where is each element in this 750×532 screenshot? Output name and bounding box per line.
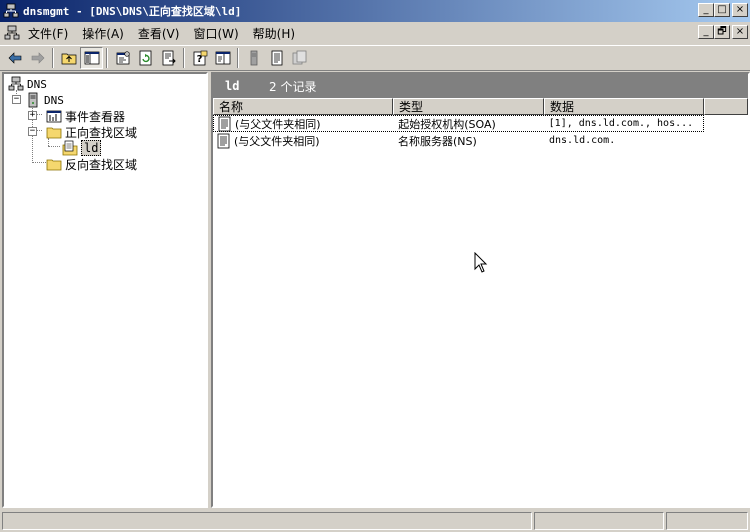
export-list-icon bbox=[162, 50, 176, 66]
record-data: [1], dns.ld.com., hos... bbox=[548, 118, 694, 129]
tree-node-reverse-lookup-zones[interactable]: 反向查找区域 bbox=[46, 156, 137, 172]
results-pane[interactable]: ld 2 个记录 名称 类型 数据 (与父文件夹相同) 起始授权机构(SOA) … bbox=[211, 72, 750, 508]
back-button[interactable] bbox=[3, 47, 26, 69]
tree-label: 反向查找区域 bbox=[65, 157, 138, 172]
record-data: dns.ld.com. bbox=[549, 135, 616, 146]
column-header-filler bbox=[704, 98, 748, 115]
server-button[interactable] bbox=[242, 47, 265, 69]
record-name: (与父文件夹相同) bbox=[234, 134, 320, 148]
record-name: (与父文件夹相同) bbox=[235, 117, 321, 131]
up-one-level-button[interactable] bbox=[57, 47, 80, 69]
console-tree[interactable]: DNS − DNS + 事件查看器 − 正向查找区域 ld 反向查找区域 bbox=[2, 72, 208, 508]
properties-icon bbox=[116, 51, 130, 65]
status-segment bbox=[534, 512, 664, 530]
tree-label-selected: ld bbox=[81, 140, 102, 156]
column-header-type[interactable]: 类型 bbox=[393, 98, 544, 115]
menu-help[interactable]: 帮助(H) bbox=[246, 25, 302, 42]
record-icon bbox=[217, 133, 230, 148]
tree-node-zone-ld[interactable]: ld bbox=[62, 140, 102, 156]
column-headers: 名称 类型 数据 bbox=[213, 98, 748, 115]
export-list-button[interactable] bbox=[157, 47, 180, 69]
show-hide-tree-button[interactable] bbox=[80, 47, 103, 69]
zone-icon bbox=[62, 140, 78, 156]
menu-file[interactable]: 文件(F) bbox=[21, 25, 75, 42]
collapse-toggle[interactable]: − bbox=[12, 95, 21, 104]
forward-arrow-icon bbox=[31, 52, 44, 64]
toolbar-separator bbox=[52, 48, 54, 68]
up-folder-icon bbox=[61, 53, 76, 65]
status-segment bbox=[666, 512, 748, 530]
status-segment bbox=[2, 512, 532, 530]
tree-label: DNS bbox=[44, 93, 64, 107]
event-viewer-icon bbox=[46, 110, 62, 123]
dns-icon bbox=[8, 76, 24, 91]
help-icon: ? bbox=[193, 50, 207, 66]
tree-label: 正向查找区域 bbox=[65, 125, 138, 140]
new-record-button[interactable] bbox=[265, 47, 288, 69]
menu-bar: 文件(F) 操作(A) 查看(V) 窗口(W) 帮助(H) _ 🗗 × bbox=[0, 23, 750, 43]
toolbar-separator bbox=[183, 48, 185, 68]
column-header-name[interactable]: 名称 bbox=[213, 98, 393, 115]
server-icon bbox=[250, 50, 257, 66]
maximize-button[interactable]: □ bbox=[714, 3, 730, 17]
properties-button[interactable] bbox=[111, 47, 134, 69]
tree-line bbox=[48, 146, 60, 147]
tree-node-forward-lookup-zones[interactable]: 正向查找区域 bbox=[46, 124, 137, 140]
forward-button[interactable] bbox=[26, 47, 49, 69]
refresh-button[interactable] bbox=[134, 47, 157, 69]
tree-node-dns-root[interactable]: DNS bbox=[8, 76, 47, 92]
title-bar[interactable]: dnsmgmt - [DNS\DNS\正向查找区域\ld] _ □ × bbox=[0, 0, 750, 22]
column-header-data[interactable]: 数据 bbox=[544, 98, 704, 115]
menu-view[interactable]: 查看(V) bbox=[131, 25, 187, 42]
mouse-cursor-icon bbox=[474, 252, 488, 273]
results-header: ld 2 个记录 bbox=[213, 74, 748, 98]
record-count: 2 个记录 bbox=[269, 79, 317, 94]
collapse-toggle[interactable]: − bbox=[28, 127, 37, 136]
tree-node-event-viewer[interactable]: 事件查看器 bbox=[46, 108, 125, 124]
mdi-window-icon[interactable] bbox=[3, 24, 21, 42]
action-pane-button[interactable] bbox=[211, 47, 234, 69]
table-row[interactable]: (与父文件夹相同) 名称服务器(NS) dns.ld.com. bbox=[213, 132, 748, 149]
mdi-minimize-button[interactable]: _ bbox=[698, 25, 714, 39]
back-arrow-icon bbox=[8, 52, 21, 64]
dns-icon bbox=[4, 25, 20, 40]
action-pane-icon bbox=[215, 51, 230, 65]
toolbar-separator bbox=[106, 48, 108, 68]
table-row[interactable]: (与父文件夹相同) 起始授权机构(SOA) [1], dns.ld.com., … bbox=[213, 115, 704, 132]
tree-label: 事件查看器 bbox=[65, 109, 126, 124]
tree-label: DNS bbox=[27, 77, 47, 91]
menu-action[interactable]: 操作(A) bbox=[75, 25, 131, 42]
dns-app-icon bbox=[3, 3, 19, 18]
zone-name: ld bbox=[225, 79, 240, 93]
record-type: 起始授权机构(SOA) bbox=[398, 117, 496, 131]
help-button[interactable]: ? bbox=[188, 47, 211, 69]
close-button[interactable]: × bbox=[732, 3, 748, 17]
record-type: 名称服务器(NS) bbox=[398, 134, 477, 148]
refresh-icon bbox=[139, 50, 151, 66]
mdi-close-button[interactable]: × bbox=[732, 25, 748, 39]
toolbar-separator bbox=[237, 48, 239, 68]
record-icon bbox=[271, 50, 282, 66]
menu-window[interactable]: 窗口(W) bbox=[186, 25, 245, 42]
folder-icon bbox=[46, 127, 62, 139]
status-bar bbox=[0, 510, 750, 532]
server-icon bbox=[28, 92, 38, 108]
expand-toggle[interactable]: + bbox=[28, 111, 37, 120]
tree-node-dns-server[interactable]: DNS bbox=[25, 92, 64, 108]
record-icon bbox=[218, 116, 231, 131]
mdi-restore-button[interactable]: 🗗 bbox=[714, 25, 730, 39]
copy-button[interactable] bbox=[288, 47, 311, 69]
copy-icon bbox=[292, 50, 306, 65]
window-title: dnsmgmt - [DNS\DNS\正向查找区域\ld] bbox=[23, 5, 242, 18]
toolbar: ? bbox=[0, 45, 750, 71]
minimize-button[interactable]: _ bbox=[698, 3, 714, 17]
folder-icon bbox=[46, 159, 62, 171]
show-tree-icon bbox=[84, 51, 99, 65]
